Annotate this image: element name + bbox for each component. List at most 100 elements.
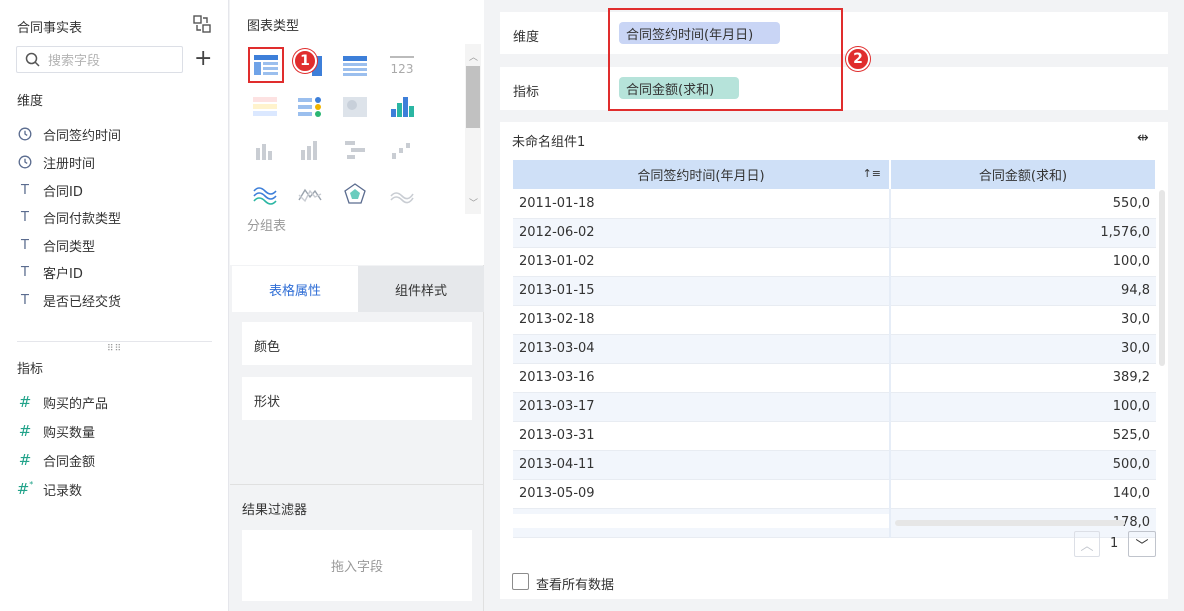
text-icon: T [21, 292, 29, 308]
resize-handle[interactable]: ⠿⠿ [107, 344, 122, 354]
dimension-label: 维度 [513, 30, 540, 45]
chart-type-stacked-column-disabled[interactable] [295, 136, 325, 164]
chart-type-bar[interactable] [387, 93, 417, 121]
cell-date: 2013-03-16 [513, 363, 891, 393]
cell-date: 2013-02-18 [513, 305, 891, 335]
column-header-amount[interactable]: 合同金额(求和) [890, 160, 1157, 189]
chevron-down-icon[interactable]: ﹀ [469, 196, 478, 209]
table-row[interactable]: 2013-03-04 30,0 [513, 334, 1156, 364]
field-item-dimension[interactable]: T 合同付款类型 [17, 205, 121, 229]
search-input[interactable]: 搜索字段 [16, 46, 183, 73]
text-icon: T [21, 264, 29, 280]
field-item-dimension[interactable]: 合同签约时间 [17, 122, 121, 146]
cell-amount: 100,0 [890, 247, 1156, 277]
field-item-dimension[interactable]: T 合同ID [17, 178, 83, 202]
filter-dropzone[interactable]: 拖入字段 [242, 530, 472, 601]
tab-table-properties[interactable]: 表格属性 [232, 266, 358, 312]
filter-heading: 结果过滤器 [242, 503, 308, 518]
scrollbar-thumb[interactable] [466, 66, 480, 128]
filter-placeholder: 拖入字段 [330, 560, 383, 575]
field-item-metric[interactable]: # 购买的产品 [17, 390, 108, 414]
tab-component-style[interactable]: 组件样式 [358, 266, 484, 312]
table-row[interactable]: 2013-01-15 94,8 [513, 276, 1156, 306]
data-table: 合同签约时间(年月日) ↑≡ 合同金额(求和) 2011-01-18 550,0 2… [513, 160, 1157, 538]
chart-type-scrollbar[interactable]: ︿ ﹀ [465, 44, 481, 214]
page-dropdown-button[interactable]: ﹀ [1128, 531, 1156, 557]
cell-date: 2013-05-09 [513, 479, 891, 509]
cell-amount: 30,0 [890, 305, 1156, 335]
table-row[interactable]: 2013-05-09 140,0 [513, 479, 1156, 509]
fit-width-icon[interactable]: ⇹ [1137, 130, 1149, 146]
table-row[interactable]: 2013-03-17 100,0 [513, 392, 1156, 422]
chart-type-waterfall-disabled[interactable] [387, 136, 417, 164]
chart-type-line[interactable] [295, 180, 325, 208]
chart-type-bubble-table[interactable] [295, 93, 325, 121]
table-mask [500, 514, 889, 528]
metric-heading: 指标 [17, 362, 44, 377]
cell-amount: 100,0 [890, 392, 1156, 422]
view-all-checkbox[interactable] [512, 573, 529, 590]
table-scrollbar-h[interactable] [895, 520, 1125, 526]
text-icon: T [21, 237, 29, 253]
chart-type-detail-table[interactable] [340, 52, 370, 80]
cell-date: 2012-06-02 [513, 218, 891, 248]
field-item-dimension[interactable]: T 是否已经交货 [17, 288, 121, 312]
text-icon: T [21, 209, 29, 225]
cell-amount: 1,576,0 [890, 218, 1156, 248]
number-icon: # [18, 422, 32, 440]
property-color[interactable]: 颜色 [242, 322, 472, 365]
cell-date: 2013-03-04 [513, 334, 891, 364]
field-label: 合同类型 [43, 239, 96, 255]
divider [230, 484, 484, 485]
field-item-dimension[interactable]: T 客户ID [17, 260, 83, 284]
chart-type-colored-table[interactable] [250, 93, 280, 121]
field-item-dimension[interactable]: T 合同类型 [17, 233, 95, 257]
cell-amount: 30,0 [890, 334, 1156, 364]
chart-type-range-area-disabled[interactable] [387, 180, 417, 208]
chart-type-range-bar-disabled[interactable] [340, 136, 370, 164]
add-field-icon[interactable]: + [194, 48, 212, 70]
cell-date: 2013-04-11 [513, 450, 891, 480]
annotation-badge-2: 2 [846, 47, 870, 71]
widget-title: 未命名组件1 [512, 135, 586, 150]
chart-type-column-disabled[interactable] [250, 136, 280, 164]
field-item-metric[interactable]: # * 记录数 [17, 477, 82, 501]
table-row[interactable]: 2013-03-31 525,0 [513, 421, 1156, 451]
table-row[interactable]: 2013-03-16 389,2 [513, 363, 1156, 393]
property-shape[interactable]: 形状 [242, 377, 472, 420]
table-row[interactable]: 2012-06-02 1,576,0 [513, 218, 1156, 248]
chevron-up-icon[interactable]: ︿ [469, 50, 478, 63]
field-label: 注册时间 [43, 156, 96, 172]
chart-type-radar[interactable] [340, 180, 370, 208]
field-label: 合同付款类型 [43, 211, 122, 227]
sort-icon[interactable]: ↑≡ [863, 167, 881, 180]
selected-chart-label: 分组表 [247, 219, 287, 234]
field-item-metric[interactable]: # 合同金额 [17, 448, 95, 472]
field-item-metric[interactable]: # 购买数量 [17, 419, 95, 443]
chart-type-area[interactable] [250, 180, 280, 208]
number-icon: # [18, 393, 32, 411]
table-scrollbar-v[interactable] [1159, 190, 1165, 366]
table-row[interactable]: 2013-01-02 100,0 [513, 247, 1156, 277]
table-row[interactable]: 2013-04-11 500,0 [513, 450, 1156, 480]
svg-text:123: 123 [391, 62, 414, 76]
switch-table-icon[interactable] [192, 14, 212, 34]
table-row[interactable]: 2011-01-18 550,0 [513, 189, 1156, 219]
chart-type-kpi[interactable]: 123 [387, 52, 417, 80]
prev-page-button[interactable]: ︿ [1074, 531, 1100, 557]
chart-type-grouped-table[interactable] [248, 47, 284, 83]
cell-date: 2011-01-18 [513, 189, 891, 219]
metric-label: 指标 [513, 85, 540, 100]
field-label: 购买数量 [43, 425, 96, 441]
table-row[interactable]: 2013-02-18 30,0 [513, 305, 1156, 335]
cell-amount: 140,0 [890, 479, 1156, 509]
chevron-up-icon: ︿ [1080, 538, 1094, 554]
chevron-down-icon: ﹀ [1135, 538, 1149, 554]
column-header-date[interactable]: 合同签约时间(年月日) ↑≡ [513, 160, 891, 189]
search-placeholder: 搜索字段 [48, 54, 101, 69]
annotation-badge-1: 1 [293, 49, 317, 73]
view-all-label: 查看所有数据 [536, 578, 615, 593]
field-item-dimension[interactable]: 注册时间 [17, 150, 95, 174]
cell-amount: 550,0 [890, 189, 1156, 219]
chart-type-heatmap[interactable] [340, 93, 370, 121]
